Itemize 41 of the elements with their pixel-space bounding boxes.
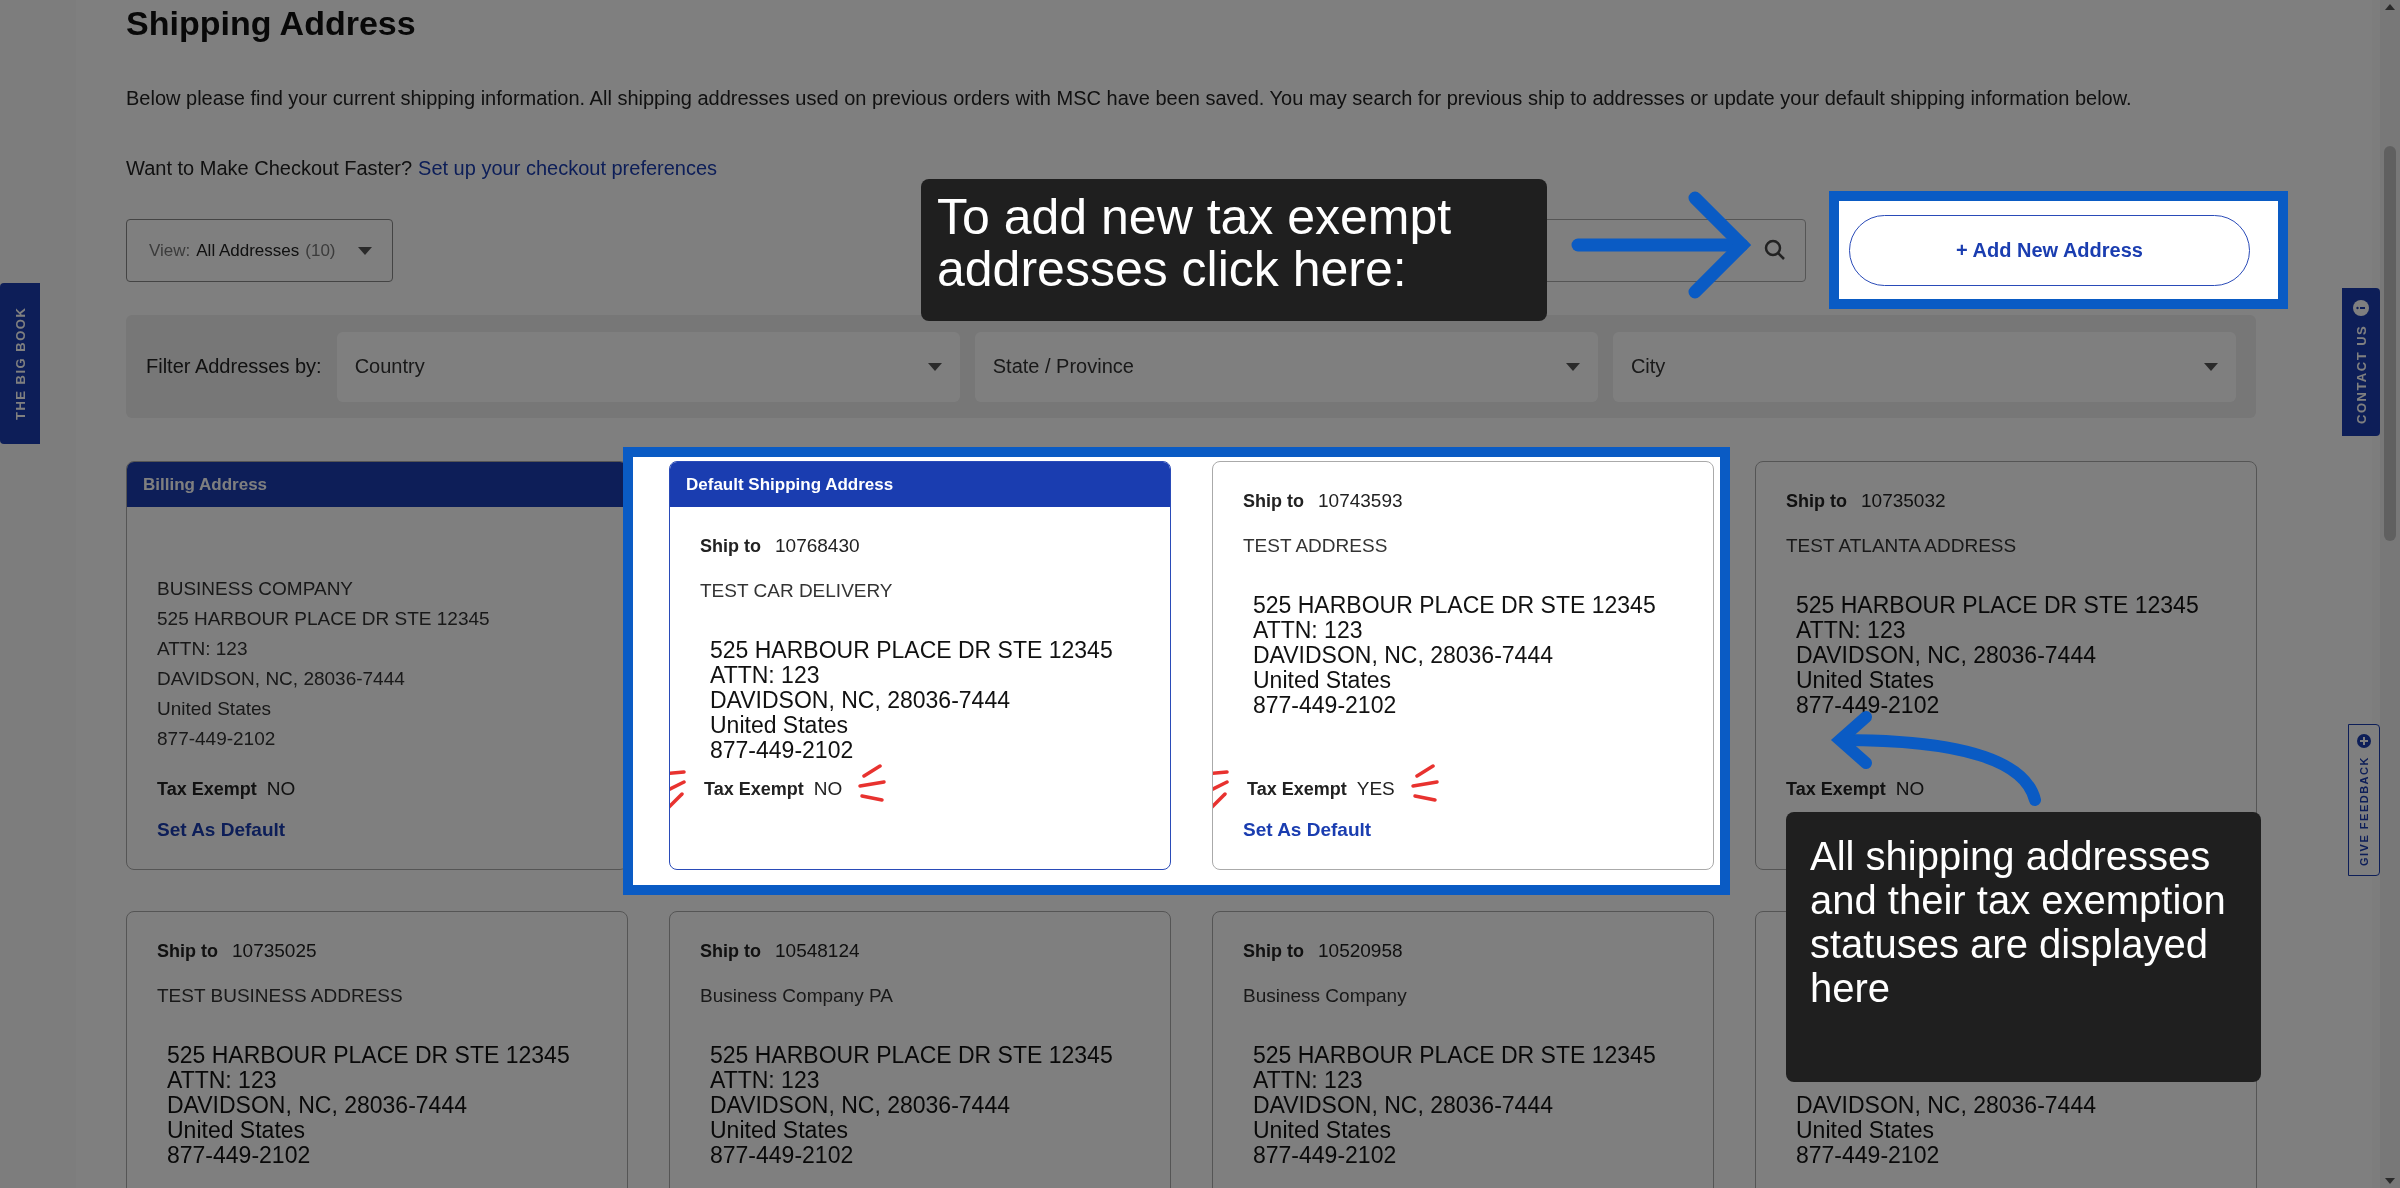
tax-exempt-label: Tax Exempt	[1247, 778, 1347, 800]
ship-to-number: 10520958	[1318, 939, 1403, 963]
street-address: 525 HARBOUR PLACE DR STE 12345 ATTN: 123 DAVIDSON, NC, 28036-7444 United States 877-449-2102	[1253, 593, 1657, 718]
card-header: Default Shipping Address	[670, 462, 1170, 507]
ship-to-number: 10735032	[1861, 489, 1946, 513]
ship-to-number: 10548124	[775, 939, 860, 963]
callout-text: To add new tax exempt addresses click here:	[921, 179, 1547, 321]
tax-exempt-value: NO	[1895, 778, 1925, 800]
callout-text: All shipping addresses and their tax exemption statuses are displayed here	[1786, 812, 2261, 1082]
street-address: 525 HARBOUR PLACE DR STE 12345 ATTN: 123 DAVIDSON, NC, 28036-7444 United States 877-449-2102	[1796, 593, 2200, 718]
tax-exempt-value: NO	[813, 778, 843, 800]
street-address: 525 HARBOUR PLACE DR STE 12345 ATTN: 123 DAVIDSON, NC, 28036-7444 United States 877-449-2102	[1253, 1043, 1657, 1168]
address-name: TEST BUSINESS ADDRESS	[157, 984, 404, 1008]
address-name: TEST ADDRESS	[1243, 534, 1389, 558]
address-name: TEST ATLANTA ADDRESS	[1786, 534, 2018, 558]
tax-exempt-value: YES	[1356, 778, 1395, 800]
page-title: Shipping Address	[126, 3, 417, 44]
street-address: 525 HARBOUR PLACE DR STE 12345 ATTN: 123 DAVIDSON, NC, 28036-7444 United States 877-449-2102	[710, 1043, 1114, 1168]
tax-exempt-label: Tax Exempt	[1786, 778, 1886, 800]
tax-exempt-value: NO	[266, 778, 296, 800]
tax-exempt-label: Tax Exempt	[157, 778, 257, 800]
ship-to-number: 10768430	[775, 534, 860, 558]
address-name: Business Company	[1243, 984, 1408, 1008]
ship-to-label: Ship to	[700, 940, 761, 963]
ship-to-number: 10735025	[232, 939, 317, 963]
address-name: TEST CAR DELIVERY	[700, 579, 894, 603]
ship-to-label: Ship to	[700, 535, 761, 558]
ship-to-number: 10743593	[1318, 489, 1403, 513]
ship-to-label: Ship to	[1243, 490, 1304, 513]
tax-exempt-label: Tax Exempt	[704, 778, 804, 800]
filter-label: Filter Addresses by:	[146, 355, 322, 378]
address-name: Business Company PA	[700, 984, 894, 1008]
ship-to-label: Ship to	[1243, 940, 1304, 963]
checkout-question: Want to Make Checkout Faster?	[126, 156, 413, 180]
street-address: DAVIDSON, NC, 28036-7444 United States 877-449-2102	[1796, 1093, 2097, 1168]
ship-to-label: Ship to	[1786, 490, 1847, 513]
ship-to-label: Ship to	[157, 940, 218, 963]
intro-text: Below please find your current shipping information. All shipping addresses used on previous orders with MSC have been saved. You may search for previous ship to addresses or update your default shipping information below.	[126, 86, 2133, 110]
billing-address: BUSINESS COMPANY 525 HARBOUR PLACE DR STE 12345 ATTN: 123 DAVIDSON, NC, 28036-7444 United States 877-449-2102	[157, 577, 491, 751]
street-address: 525 HARBOUR PLACE DR STE 12345 ATTN: 123 DAVIDSON, NC, 28036-7444 United States 877-449-2102	[710, 638, 1114, 763]
street-address: 525 HARBOUR PLACE DR STE 12345 ATTN: 123 DAVIDSON, NC, 28036-7444 United States 877-449-2102	[167, 1043, 571, 1168]
